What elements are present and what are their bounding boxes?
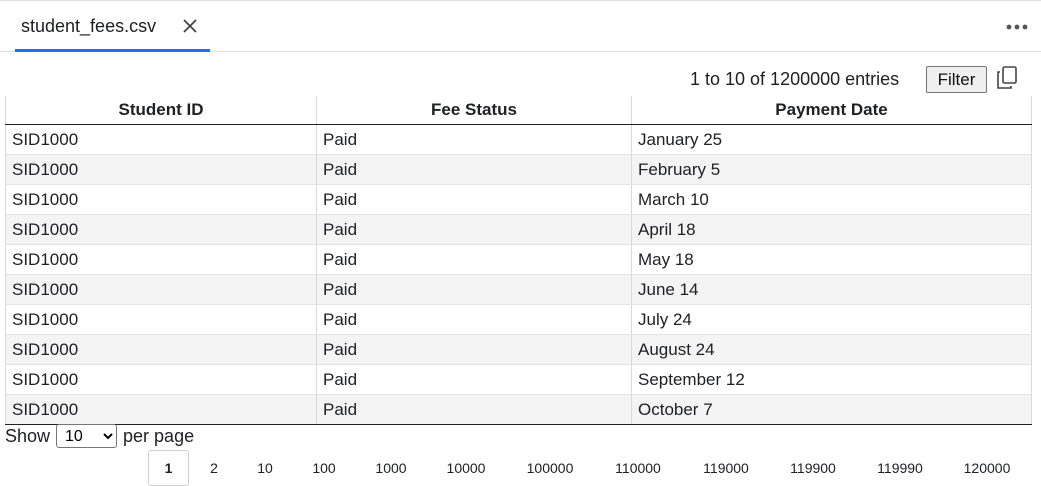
table-cell: January 25 (631, 124, 1032, 155)
page-button[interactable]: 2 (203, 450, 225, 486)
table-row[interactable]: SID1000 Paid July 24 (5, 304, 1032, 335)
table-cell: Paid (316, 244, 632, 275)
column-header-payment-date[interactable]: Payment Date (631, 96, 1032, 125)
table-cell: Paid (316, 214, 632, 245)
table-cell: July 24 (631, 304, 1032, 335)
page-button[interactable]: 119000 (697, 450, 755, 486)
per-page-label: per page (123, 425, 195, 446)
table-row[interactable]: SID1000 Paid February 5 (5, 154, 1032, 185)
close-icon[interactable] (180, 16, 200, 36)
per-page-select[interactable]: 10 (56, 424, 118, 448)
page-button[interactable]: 119900 (784, 450, 842, 486)
per-page-control: Show 10 per page (5, 424, 194, 448)
table-cell: October 7 (631, 394, 1032, 425)
table-cell: SID1000 (5, 274, 317, 305)
data-table: Student ID Fee Status Payment Date SID10… (5, 96, 1032, 425)
table-cell: Paid (316, 124, 632, 155)
table-cell: March 10 (631, 184, 1032, 215)
table-row[interactable]: SID1000 Paid April 18 (5, 214, 1032, 245)
page-button[interactable]: 110000 (609, 450, 667, 486)
table-cell: Paid (316, 184, 632, 215)
table-cell: September 12 (631, 364, 1032, 395)
table-row[interactable]: SID1000 Paid January 25 (5, 124, 1032, 155)
column-header-fee-status[interactable]: Fee Status (316, 96, 632, 125)
entries-info: 1 to 10 of 1200000 entries (690, 69, 900, 89)
page-button[interactable]: 100000 (521, 450, 579, 486)
table-cell: February 5 (631, 154, 1032, 185)
tab-bar: student_fees.csv (0, 0, 1041, 52)
table-cell: Paid (316, 364, 632, 395)
table-cell: SID1000 (5, 244, 317, 275)
filter-button[interactable]: Filter (926, 66, 987, 93)
table-header-row: Student ID Fee Status Payment Date (5, 96, 1032, 125)
table-cell: Paid (316, 304, 632, 335)
table-cell: SID1000 (5, 304, 317, 335)
pagination: 1 2 10 100 1000 10000 100000 110000 119000 119900… (0, 450, 1041, 486)
table-cell: SID1000 (5, 364, 317, 395)
table-cell: SID1000 (5, 184, 317, 215)
page-button[interactable]: 119990 (871, 450, 929, 486)
table-cell: Paid (316, 394, 632, 425)
page-button[interactable]: 1 (148, 450, 189, 486)
table-cell: June 14 (631, 274, 1032, 305)
table-cell: Paid (316, 334, 632, 365)
show-label: Show (5, 425, 51, 446)
more-icon[interactable] (1005, 17, 1029, 37)
table-cell: SID1000 (5, 124, 317, 155)
table-cell: April 18 (631, 214, 1032, 245)
table-row[interactable]: SID1000 Paid August 24 (5, 334, 1032, 365)
table-cell: SID1000 (5, 154, 317, 185)
table-row[interactable]: SID1000 Paid September 12 (5, 364, 1032, 395)
tab-student-fees[interactable]: student_fees.csv (15, 1, 210, 52)
table-row[interactable]: SID1000 Paid March 10 (5, 184, 1032, 215)
table-cell: SID1000 (5, 214, 317, 245)
table-cell: Paid (316, 154, 632, 185)
column-header-student-id[interactable]: Student ID (5, 96, 317, 125)
table-cell: SID1000 (5, 334, 317, 365)
table-cell: Paid (316, 274, 632, 305)
page-button[interactable]: 1000 (372, 450, 410, 486)
copy-icon[interactable] (996, 66, 1018, 90)
table-row[interactable]: SID1000 Paid May 18 (5, 244, 1032, 275)
table-cell: May 18 (631, 244, 1032, 275)
page-button[interactable]: 100 (309, 450, 339, 486)
page-button[interactable]: 10000 (442, 450, 490, 486)
page-button[interactable]: 120000 (958, 450, 1016, 486)
table-cell: August 24 (631, 334, 1032, 365)
tab-title: student_fees.csv (21, 16, 157, 36)
page-button[interactable]: 10 (253, 450, 277, 486)
table-row[interactable]: SID1000 Paid October 7 (5, 394, 1032, 425)
table-body: SID1000 Paid January 25 SID1000 Paid February… (5, 124, 1032, 425)
table-row[interactable]: SID1000 Paid June 14 (5, 274, 1032, 305)
table-cell: SID1000 (5, 394, 317, 425)
